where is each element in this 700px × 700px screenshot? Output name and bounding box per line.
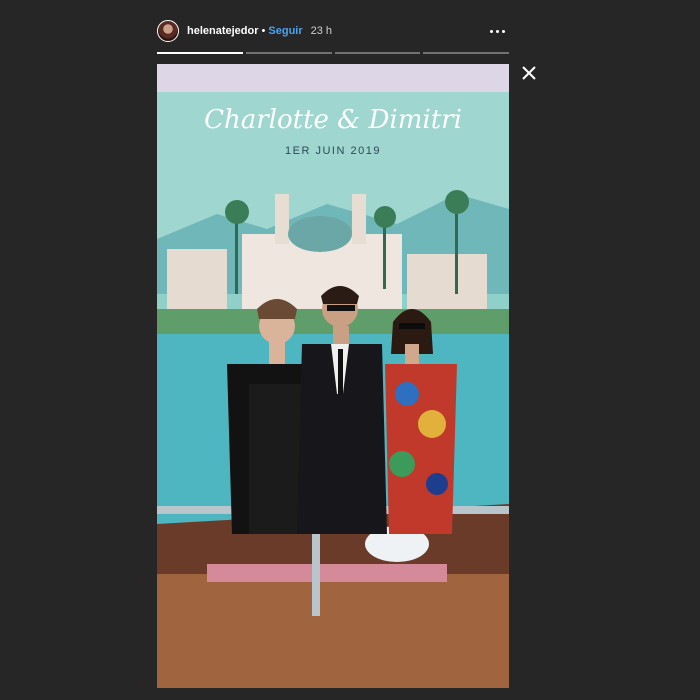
progress-segment <box>157 52 243 54</box>
progress-segment <box>423 52 509 54</box>
username-link[interactable]: helenatejedor <box>187 25 259 37</box>
progress-segment <box>334 52 421 54</box>
poster-date: 1ER JUIN 2019 <box>285 145 381 157</box>
story-header: helenatejedor • Seguir 23 h <box>157 18 509 44</box>
poster-title: Charlotte & Dimitri <box>204 105 462 135</box>
progress-segment <box>245 52 332 54</box>
close-icon[interactable] <box>518 62 540 84</box>
more-options-icon[interactable] <box>485 21 509 41</box>
avatar[interactable] <box>157 20 179 42</box>
timestamp: 23 h <box>310 25 333 37</box>
follow-button[interactable]: Seguir <box>268 25 302 37</box>
story-progress-bar <box>157 52 509 54</box>
story-photo[interactable]: Charlotte & Dimitri 1ER JUIN 2019 <box>157 64 509 688</box>
separator-dot: • <box>261 25 266 37</box>
